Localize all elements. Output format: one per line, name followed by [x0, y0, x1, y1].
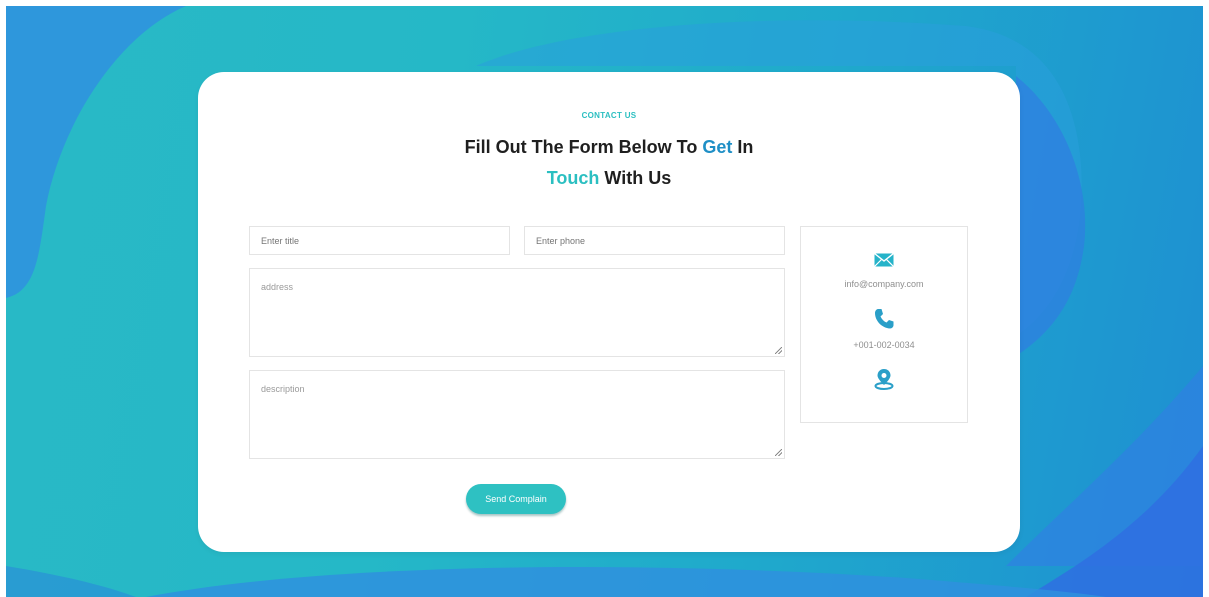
- address-textarea[interactable]: address: [249, 268, 785, 357]
- page-title: Fill Out The Form Below To Get In Touch …: [198, 132, 1020, 194]
- phone-input[interactable]: [524, 226, 785, 255]
- envelope-icon: [801, 252, 967, 272]
- description-placeholder: description: [261, 384, 305, 394]
- contact-phone[interactable]: +001-002-0034: [801, 340, 967, 350]
- headline-text: Fill Out The Form Below To: [464, 137, 703, 157]
- headline-highlight-get: Get: [702, 137, 733, 157]
- send-complain-button[interactable]: Send Complain: [466, 484, 566, 514]
- location-pin-icon: [801, 368, 967, 395]
- address-placeholder: address: [261, 282, 294, 292]
- title-input[interactable]: [249, 226, 510, 255]
- contact-email[interactable]: info@company.com: [801, 279, 967, 289]
- headline-highlight-touch: Touch: [546, 168, 600, 188]
- phone-icon: [801, 308, 967, 334]
- section-eyebrow: CONTACT US: [581, 111, 637, 120]
- contact-info-box: info@company.com +001-002-0034: [800, 226, 968, 423]
- contact-card: CONTACT US Fill Out The Form Below To Ge…: [198, 72, 1020, 552]
- resize-handle[interactable]: [775, 347, 782, 354]
- resize-handle[interactable]: [775, 449, 782, 456]
- headline-text-in: In: [732, 137, 754, 157]
- description-textarea[interactable]: description: [249, 370, 785, 459]
- headline-text-with-us: With Us: [599, 168, 672, 188]
